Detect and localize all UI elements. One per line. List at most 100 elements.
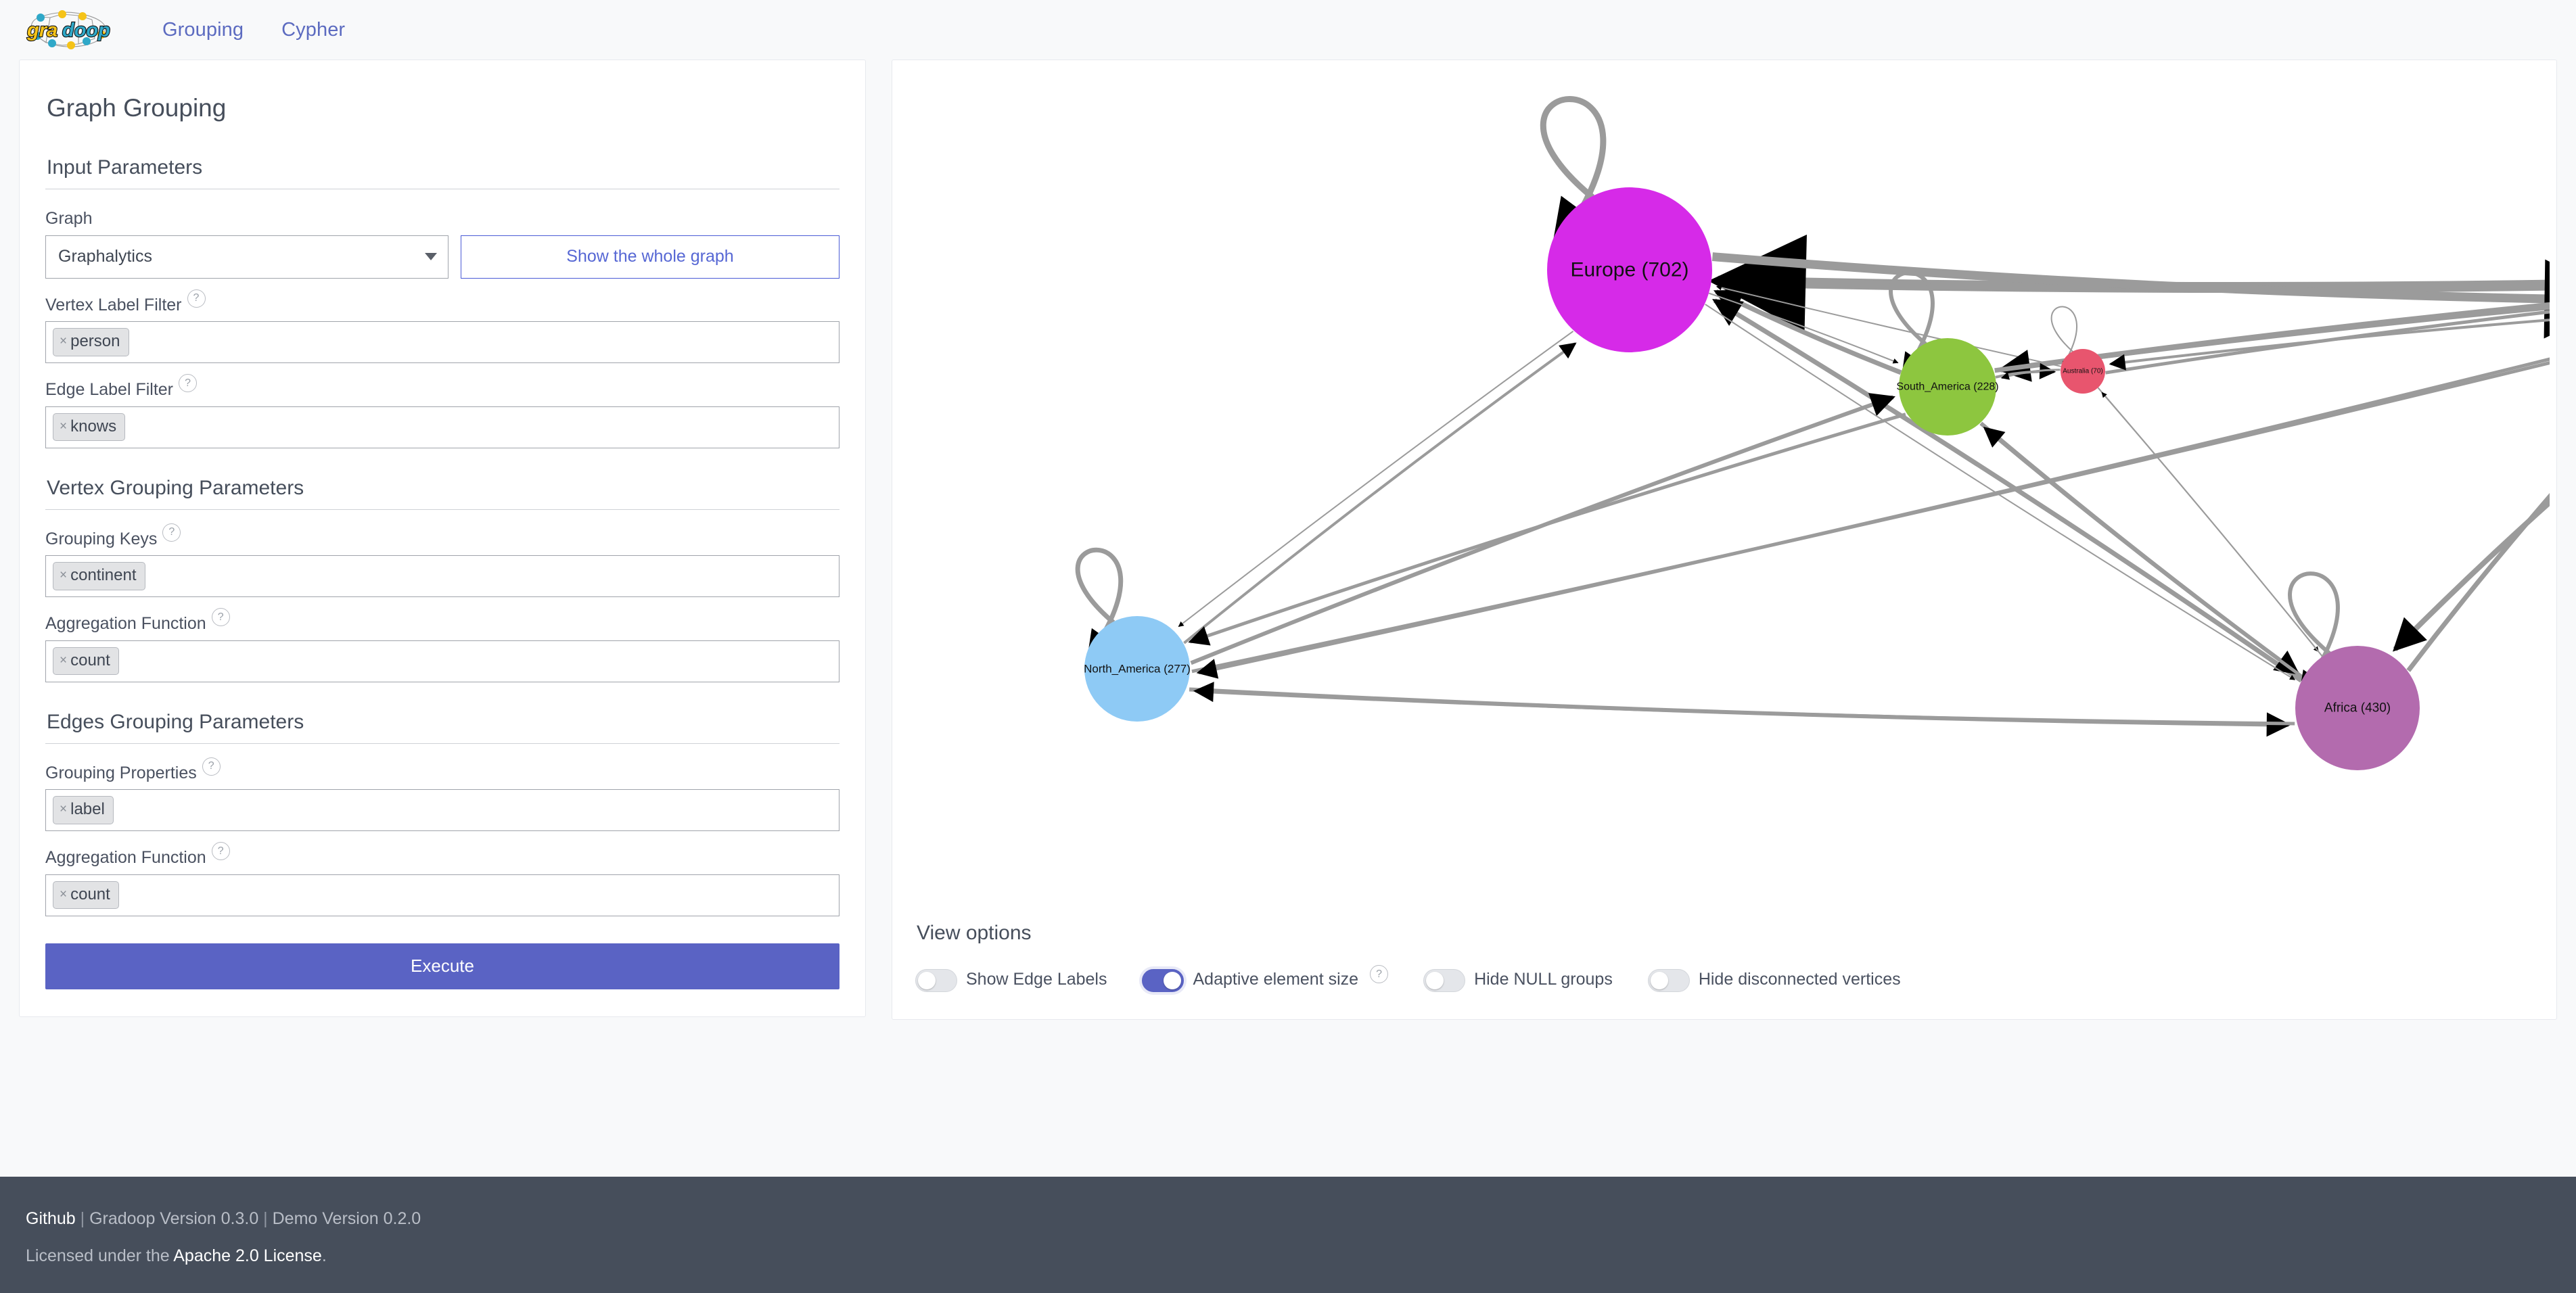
graph-node-label: North_America (277) <box>1084 663 1191 676</box>
label-graph-text: Graph <box>45 210 92 229</box>
license-prefix: Licensed under the <box>26 1246 173 1265</box>
tag-label: person <box>70 332 120 351</box>
field-edge-label-filter: Edge Label Filter ? × knows <box>45 381 840 448</box>
label-vertex-label-filter-text: Vertex Label Filter <box>45 296 182 315</box>
graph-edge <box>1178 331 1573 627</box>
label-vertex-aggregation-function-text: Aggregation Function <box>45 615 206 634</box>
tag-chip[interactable]: × continent <box>53 562 145 590</box>
toggle-switch[interactable] <box>915 969 957 992</box>
tag-chip[interactable]: × person <box>53 328 129 356</box>
help-icon[interactable]: ? <box>212 608 230 626</box>
close-icon[interactable]: × <box>60 334 67 349</box>
apache-license-link[interactable]: Apache 2.0 License <box>173 1246 322 1265</box>
graph-edge <box>2395 398 2550 649</box>
tag-chip[interactable]: × count <box>53 881 119 910</box>
toggle-label: Show Edge Labels <box>966 968 1107 991</box>
tag-label: knows <box>70 417 116 436</box>
graph-select[interactable]: Graphalytics <box>45 235 448 279</box>
execute-button[interactable]: Execute <box>45 943 840 989</box>
close-icon[interactable]: × <box>60 419 67 434</box>
vertex-aggregation-input[interactable]: × count <box>45 640 840 682</box>
toggle-show-edge-labels[interactable]: Show Edge Labels <box>915 968 1107 992</box>
toggle-label: Hide NULL groups <box>1474 968 1613 991</box>
graph-node-label: Australia (70) <box>2063 368 2102 375</box>
label-edge-aggregation-function: Aggregation Function ? <box>45 849 840 868</box>
graph-node-north_america[interactable]: North_America (277) <box>1084 616 1191 722</box>
toggle-knob <box>1164 972 1181 989</box>
toggle-label: Adaptive element size <box>1193 968 1358 991</box>
gradoop-logo[interactable]: gra doop <box>20 9 120 51</box>
grouping-properties-input[interactable]: × label <box>45 789 840 831</box>
graph-visualization-panel: Europe (702)Asia (1908)South_America (22… <box>892 60 2557 1020</box>
toggle-switch[interactable] <box>1142 969 1184 992</box>
graph-edges <box>1078 60 2550 725</box>
toggle-label: Hide disconnected vertices <box>1699 968 1901 991</box>
divider <box>45 743 840 744</box>
section-edges-grouping: Edges Grouping Parameters <box>47 711 840 734</box>
field-vertex-label-filter: Vertex Label Filter ? × person <box>45 296 840 364</box>
help-icon[interactable]: ? <box>1370 965 1388 983</box>
tag-chip[interactable]: × count <box>53 647 119 676</box>
toggle-switch[interactable] <box>1423 969 1465 992</box>
view-options: View options Show Edge Labels Adaptive e… <box>892 922 2556 1019</box>
help-icon[interactable]: ? <box>212 842 230 860</box>
tag-chip[interactable]: × label <box>53 796 114 824</box>
tag-label: continent <box>70 566 136 585</box>
section-vertex-grouping: Vertex Grouping Parameters <box>47 477 840 500</box>
graph-select-value: Graphalytics <box>58 247 152 266</box>
footer-separator: | <box>76 1209 89 1228</box>
footer-license: Licensed under the Apache 2.0 License. <box>26 1246 2550 1266</box>
footer-versions: Github | Gradoop Version 0.3.0 | Demo Ve… <box>26 1209 2550 1229</box>
toggle-hide-disconnected-vertices[interactable]: Hide disconnected vertices <box>1648 968 1901 992</box>
label-edge-aggregation-function-text: Aggregation Function <box>45 849 206 868</box>
divider <box>45 509 840 510</box>
vertex-label-filter-input[interactable]: × person <box>45 321 840 363</box>
graph-edge <box>2111 314 2550 364</box>
close-icon[interactable]: × <box>60 568 67 583</box>
label-edge-label-filter-text: Edge Label Filter <box>45 381 173 400</box>
help-icon[interactable]: ? <box>179 374 197 392</box>
graph-svg[interactable]: Europe (702)Asia (1908)South_America (22… <box>892 60 2550 872</box>
footer-separator: | <box>258 1209 272 1228</box>
toggle-adaptive-element-size[interactable]: Adaptive element size ? <box>1142 968 1388 992</box>
field-vertex-aggregation-function: Aggregation Function ? × count <box>45 615 840 682</box>
label-grouping-keys-text: Grouping Keys <box>45 530 157 549</box>
edge-aggregation-input[interactable]: × count <box>45 874 840 916</box>
nav-link-cypher[interactable]: Cypher <box>262 20 364 40</box>
show-whole-graph-button[interactable]: Show the whole graph <box>461 235 840 279</box>
footer: Github | Gradoop Version 0.3.0 | Demo Ve… <box>0 1177 2576 1293</box>
help-icon[interactable]: ? <box>162 523 181 542</box>
graph-node-label: Africa (430) <box>2324 701 2391 715</box>
navbar: gra doop Grouping Cypher <box>0 0 2576 60</box>
graph-edge <box>2408 385 2550 671</box>
github-link[interactable]: Github <box>26 1209 76 1228</box>
graph-node-australia[interactable]: Australia (70) <box>2061 349 2105 394</box>
graph-edge <box>1717 287 2061 367</box>
toggle-hide-null-groups[interactable]: Hide NULL groups <box>1423 968 1613 992</box>
close-icon[interactable]: × <box>60 802 67 817</box>
grouping-keys-input[interactable]: × continent <box>45 555 840 597</box>
close-icon[interactable]: × <box>60 653 67 668</box>
page-title: Graph Grouping <box>47 94 840 122</box>
demo-version: Demo Version 0.2.0 <box>273 1209 421 1228</box>
graph-node-africa[interactable]: Africa (430) <box>2295 646 2420 770</box>
graph-node-europe[interactable]: Europe (702) <box>1547 187 1712 352</box>
edge-label-filter-input[interactable]: × knows <box>45 406 840 448</box>
help-icon[interactable]: ? <box>187 289 206 308</box>
svg-text:doop: doop <box>62 20 110 41</box>
toggle-switch[interactable] <box>1648 969 1690 992</box>
section-input-parameters: Input Parameters <box>47 156 840 179</box>
toggle-knob <box>1651 972 1668 989</box>
graph-canvas[interactable]: Europe (702)Asia (1908)South_America (22… <box>892 60 2556 922</box>
label-edge-label-filter: Edge Label Filter ? <box>45 381 840 400</box>
nav-link-grouping[interactable]: Grouping <box>143 20 262 40</box>
graph-edge <box>1184 344 1575 643</box>
toggle-knob <box>918 972 936 989</box>
label-graph: Graph <box>45 210 840 229</box>
tag-chip[interactable]: × knows <box>53 413 125 442</box>
label-vertex-label-filter: Vertex Label Filter ? <box>45 296 840 315</box>
close-icon[interactable]: × <box>60 887 67 902</box>
label-vertex-aggregation-function: Aggregation Function ? <box>45 615 840 634</box>
chevron-down-icon <box>425 253 437 260</box>
help-icon[interactable]: ? <box>202 757 221 776</box>
